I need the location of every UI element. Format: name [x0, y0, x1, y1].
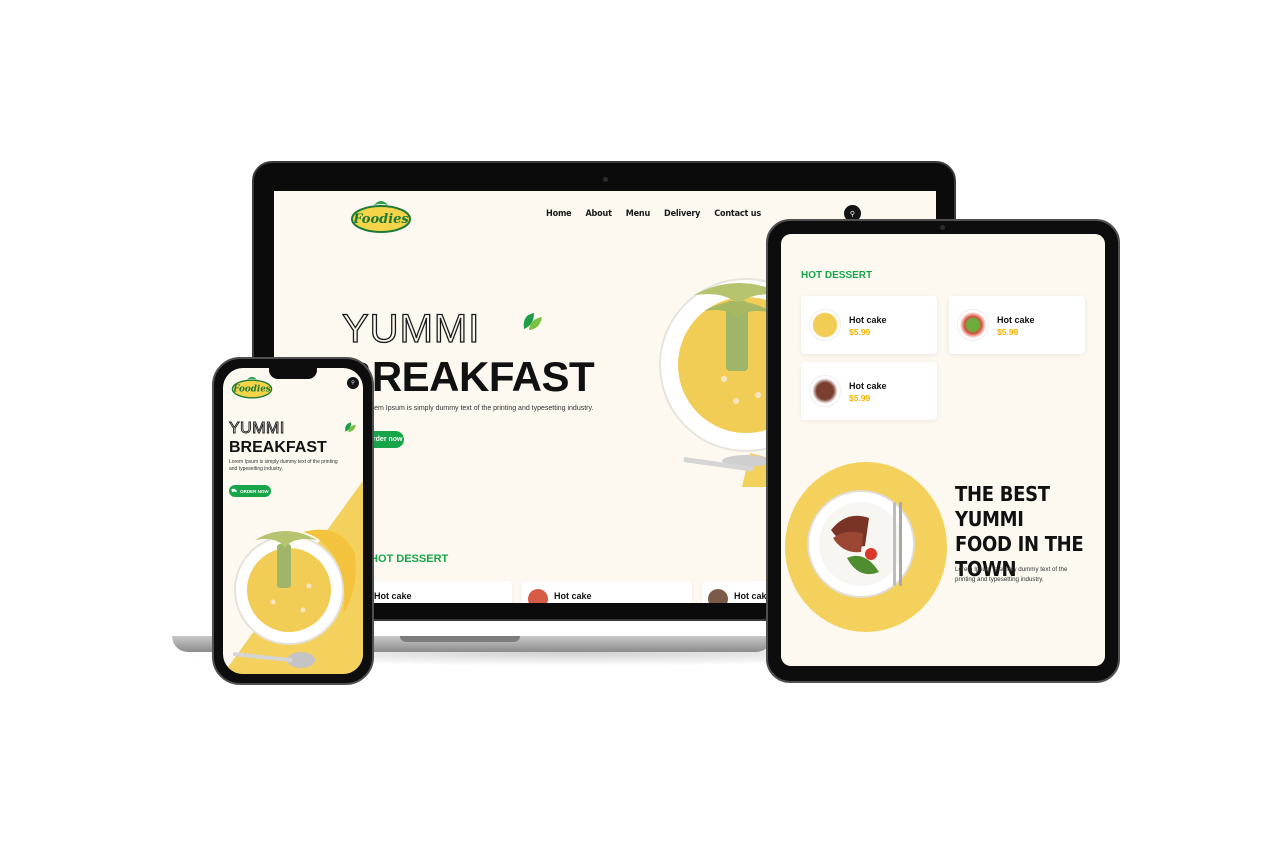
dessert-name: Hot cake	[997, 315, 1035, 325]
hero-outline-title: YUMMI	[341, 306, 481, 351]
nav-menu[interactable]: Menu	[626, 209, 650, 219]
dessert-price: $5.99	[849, 327, 871, 337]
tablet-screen: HOT DESSERT Hot cake $5.99 Hot cake $5.9…	[781, 234, 1105, 666]
nav-home[interactable]: Home	[546, 209, 572, 219]
order-now-button[interactable]: ⛟ ORDER NOW	[229, 485, 271, 497]
hero-description: Lorem Ipsum is simply dummy text of the …	[229, 459, 338, 472]
logo-text: Foodies	[232, 385, 271, 395]
dessert-thumbnail	[809, 375, 841, 407]
dessert-name: Hot cake	[849, 381, 887, 391]
dessert-card[interactable]: Hot cake	[522, 581, 692, 603]
dessert-thumbnail	[809, 309, 841, 341]
hero-title: BREAKFAST	[229, 439, 327, 456]
nav-delivery[interactable]: Delivery	[664, 209, 700, 219]
foodies-logo[interactable]: Foodies	[350, 197, 412, 235]
cart-icon: ⛟	[231, 487, 238, 493]
nav-about[interactable]: About	[585, 209, 611, 219]
promo-description: Lorem Ipsum is simply dummy text of the …	[955, 566, 1068, 583]
dessert-thumbnail	[957, 309, 989, 341]
dessert-thumbnail	[528, 589, 548, 603]
steak-plate-image	[807, 490, 915, 598]
main-nav: Home About Menu Delivery Contact us	[546, 209, 761, 219]
dessert-thumbnail	[708, 589, 728, 603]
order-now-label: ORDER NOW	[240, 488, 269, 494]
dessert-card[interactable]: Hot cake $5.99	[801, 362, 937, 420]
hero-outline-title: YUMMI	[229, 420, 285, 438]
logo-text: Foodies	[352, 212, 409, 227]
search-button[interactable]: ⚲	[347, 377, 359, 389]
dessert-name: Hot cake	[849, 315, 887, 325]
hero-title: BREAKFAST	[342, 353, 595, 400]
section-title-hot-dessert: HOT DESSERT	[801, 270, 873, 281]
phone-notch	[269, 368, 317, 379]
tablet-camera	[940, 225, 945, 230]
phone-device: Foodies ⚲ YUMMI BREAKFAST Lorem Ipsum is…	[212, 357, 374, 685]
hero-soup-image	[233, 529, 356, 668]
laptop-camera	[603, 177, 608, 182]
dessert-card[interactable]: Hot cake $5.99	[949, 296, 1085, 354]
foodies-logo[interactable]: Foodies	[231, 374, 273, 400]
dessert-card[interactable]: Hot cake $5.99	[801, 296, 937, 354]
device-mockup-stage: Foodies Home About Menu Delivery Contact…	[0, 0, 1280, 853]
dessert-price: $5.99	[849, 393, 871, 403]
dessert-name: Hot cake	[554, 591, 592, 601]
phone-screen: Foodies ⚲ YUMMI BREAKFAST Lorem Ipsum is…	[223, 368, 363, 674]
search-icon: ⚲	[849, 210, 856, 218]
dessert-price: $5.99	[997, 327, 1019, 337]
leaf-icon	[345, 422, 356, 433]
laptop-trackpad-notch	[400, 636, 520, 642]
section-title-hot-dessert: HOT DESSERT	[370, 553, 449, 565]
search-icon: ⚲	[351, 380, 355, 386]
leaf-icon	[523, 313, 542, 330]
nav-contact-us[interactable]: Contact us	[714, 209, 761, 219]
hero-description: Lorem Ipsum is simply dummy text of the …	[364, 405, 594, 412]
dessert-name: Hot cake	[374, 591, 412, 601]
tablet-device: HOT DESSERT Hot cake $5.99 Hot cake $5.9…	[766, 219, 1120, 683]
